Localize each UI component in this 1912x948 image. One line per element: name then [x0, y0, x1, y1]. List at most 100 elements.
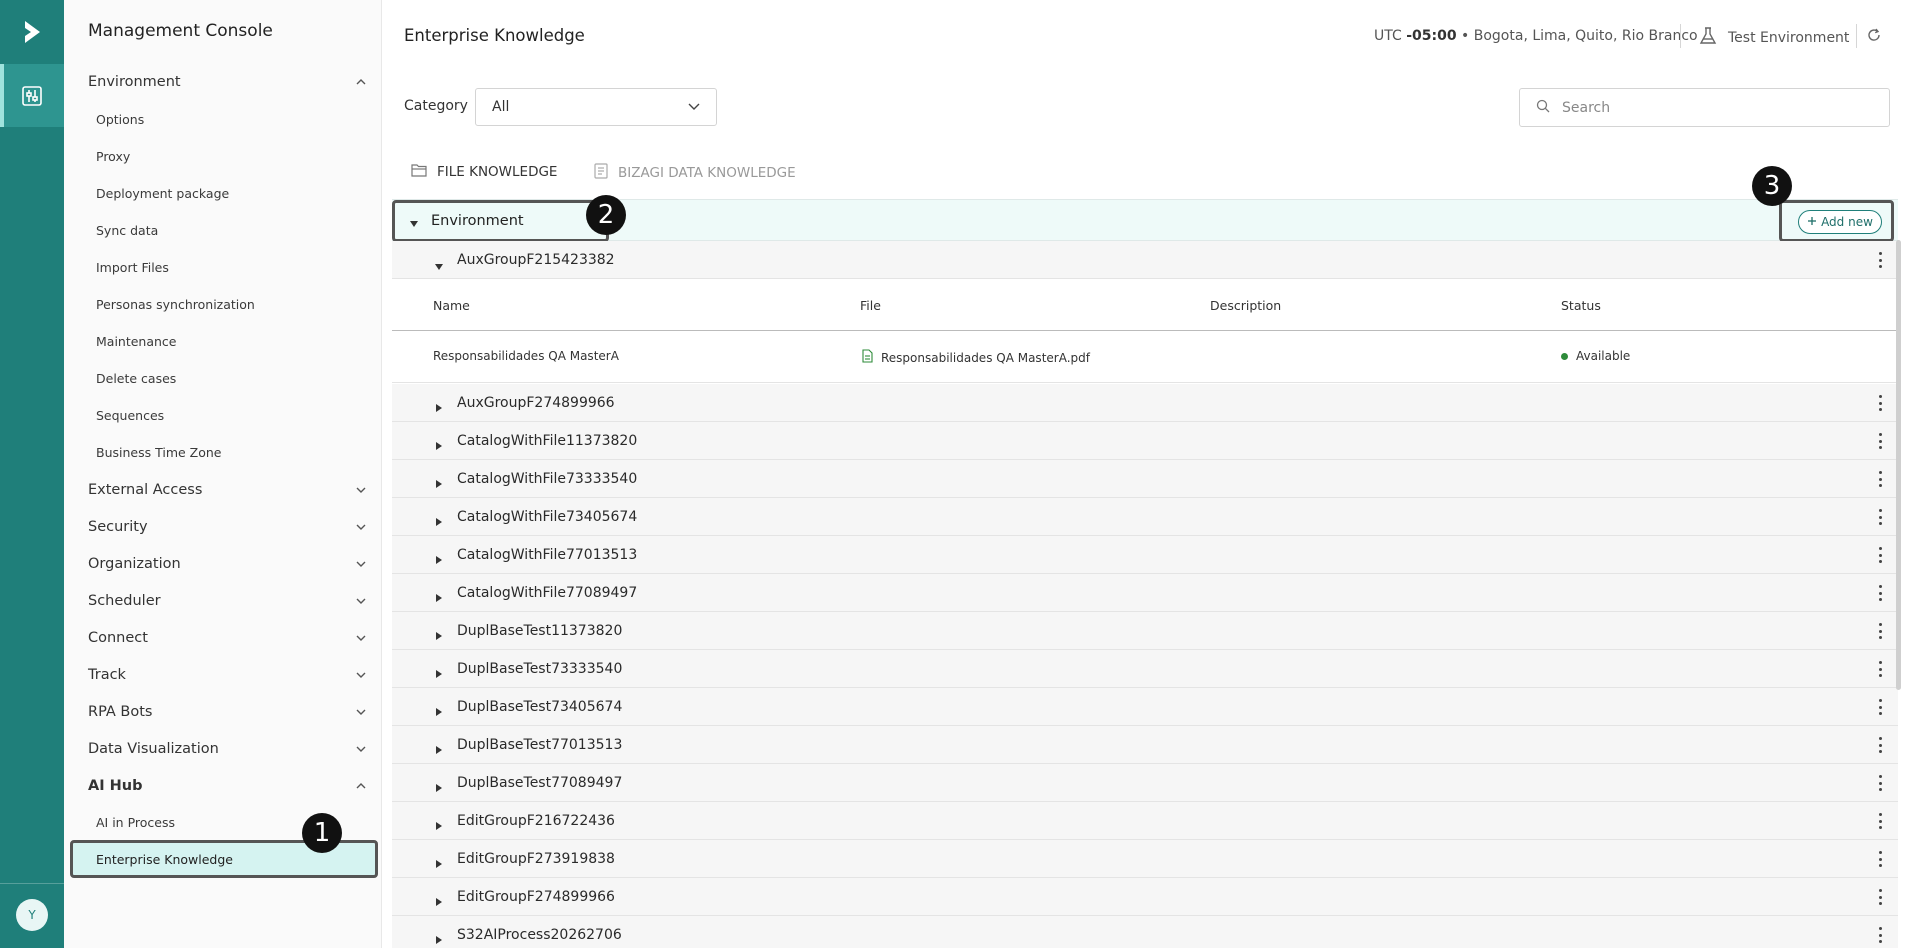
bizagi-logo-icon[interactable] — [0, 0, 64, 64]
cell-file[interactable]: Responsabilidades QA MasterA.pdf — [862, 349, 1090, 366]
more-options-icon[interactable] — [1877, 851, 1883, 867]
nav-group-organization[interactable]: Organization — [88, 552, 366, 576]
chevron-up-icon — [356, 781, 366, 791]
table-row[interactable]: Responsabilidades QA MasterA Responsabil… — [392, 331, 1898, 383]
group-row[interactable]: S32AIProcess20262706 — [392, 916, 1898, 948]
nav-group-external-access[interactable]: External Access — [88, 478, 366, 502]
nav-group-data-visualization[interactable]: Data Visualization — [88, 737, 366, 761]
nav-group-connect[interactable]: Connect — [88, 626, 366, 650]
column-header-description: Description — [1210, 298, 1282, 313]
nav-item-delete-cases[interactable]: Delete cases — [96, 368, 176, 388]
more-options-icon[interactable] — [1877, 927, 1883, 943]
nav-item-maintenance[interactable]: Maintenance — [96, 331, 177, 351]
tab-label: FILE KNOWLEDGE — [437, 164, 558, 180]
folder-icon — [411, 163, 427, 181]
category-select[interactable]: All — [475, 88, 717, 126]
more-options-icon[interactable] — [1877, 889, 1883, 905]
tab-bizagi-data-knowledge[interactable]: BIZAGI DATA KNOWLEDGE — [594, 163, 796, 183]
nav-item-proxy[interactable]: Proxy — [96, 146, 130, 166]
more-options-icon[interactable] — [1877, 813, 1883, 829]
admin-settings-icon[interactable] — [0, 64, 64, 127]
nav-item-sync-data[interactable]: Sync data — [96, 220, 158, 240]
group-label: DuplBaseTest73333540 — [457, 660, 623, 677]
group-row[interactable]: EditGroupF273919838 — [392, 840, 1898, 878]
column-header-name: Name — [433, 298, 470, 313]
nav-group-label: Data Visualization — [88, 741, 219, 757]
group-row[interactable]: DuplBaseTest77013513 — [392, 726, 1898, 764]
group-row[interactable]: CatalogWithFile73405674 — [392, 498, 1898, 536]
group-row[interactable]: DuplBaseTest11373820 — [392, 612, 1898, 650]
more-options-icon[interactable] — [1877, 623, 1883, 639]
cell-name: Responsabilidades QA MasterA — [433, 349, 619, 363]
group-label: CatalogWithFile77013513 — [457, 546, 638, 563]
column-header-status: Status — [1561, 298, 1601, 313]
group-row[interactable]: DuplBaseTest77089497 — [392, 764, 1898, 802]
nav-group-scheduler[interactable]: Scheduler — [88, 589, 366, 613]
tab-label: BIZAGI DATA KNOWLEDGE — [618, 165, 796, 181]
group-row[interactable]: EditGroupF216722436 — [392, 802, 1898, 840]
nav-group-rpa-bots[interactable]: RPA Bots — [88, 700, 366, 724]
nav-group-ai-hub[interactable]: AI Hub — [88, 774, 366, 798]
nav-group-track[interactable]: Track — [88, 663, 366, 687]
more-options-icon[interactable] — [1877, 547, 1883, 563]
nav-group-security[interactable]: Security — [88, 515, 366, 539]
more-options-icon[interactable] — [1877, 585, 1883, 601]
group-label: CatalogWithFile73333540 — [457, 470, 638, 487]
more-options-icon[interactable] — [1877, 775, 1883, 791]
group-row[interactable]: CatalogWithFile77013513 — [392, 536, 1898, 574]
header-divider — [1680, 24, 1681, 48]
nav-item-import-files[interactable]: Import Files — [96, 257, 169, 277]
scrollbar[interactable] — [1896, 240, 1901, 690]
nav-item-business-time-zone[interactable]: Business Time Zone — [96, 442, 221, 462]
more-options-icon[interactable] — [1877, 471, 1883, 487]
more-options-icon[interactable] — [1877, 661, 1883, 677]
more-options-icon[interactable] — [1877, 395, 1883, 411]
user-avatar[interactable]: Y — [16, 899, 48, 931]
page-title: Enterprise Knowledge — [404, 26, 585, 45]
group-row[interactable]: DuplBaseTest73405674 — [392, 688, 1898, 726]
refresh-icon[interactable] — [1866, 27, 1884, 45]
caret-right-icon — [436, 436, 442, 455]
group-row[interactable]: CatalogWithFile11373820 — [392, 422, 1898, 460]
group-row[interactable]: CatalogWithFile73333540 — [392, 460, 1898, 498]
nav-item-personas-sync[interactable]: Personas synchronization — [96, 294, 255, 314]
tz-prefix: UTC — [1374, 28, 1407, 44]
group-label: DuplBaseTest77089497 — [457, 774, 623, 791]
more-options-icon[interactable] — [1877, 509, 1883, 525]
group-row[interactable]: CatalogWithFile77089497 — [392, 574, 1898, 612]
search-input[interactable] — [1562, 99, 1862, 116]
add-new-button[interactable]: Add new — [1798, 210, 1882, 234]
callout-badge-1: 1 — [302, 813, 342, 853]
more-options-icon[interactable] — [1877, 433, 1883, 449]
search-box[interactable] — [1519, 88, 1890, 127]
nav-item-deployment-package[interactable]: Deployment package — [96, 183, 229, 203]
more-options-icon[interactable] — [1877, 737, 1883, 753]
more-options-icon[interactable] — [1877, 252, 1883, 268]
nav-item-options[interactable]: Options — [96, 109, 144, 129]
group-row[interactable]: DuplBaseTest73333540 — [392, 650, 1898, 688]
nav-group-label: Scheduler — [88, 593, 161, 609]
group-row[interactable]: EditGroupF274899966 — [392, 878, 1898, 916]
caret-right-icon — [436, 816, 442, 835]
sidebar: Management Console Environment Options P… — [64, 0, 382, 948]
group-row-expanded[interactable]: AuxGroupF215423382 — [392, 241, 1898, 279]
caret-down-icon — [409, 212, 419, 231]
chevron-down-icon — [688, 99, 700, 115]
tab-file-knowledge[interactable]: FILE KNOWLEDGE — [411, 163, 557, 181]
caret-right-icon — [436, 892, 442, 911]
group-row[interactable]: AuxGroupF274899966 — [392, 384, 1898, 422]
tree-root-environment[interactable]: Environment — [392, 200, 609, 242]
chevron-down-icon — [356, 707, 366, 717]
nav-item-sequences[interactable]: Sequences — [96, 405, 164, 425]
more-options-icon[interactable] — [1877, 699, 1883, 715]
nav-group-environment[interactable]: Environment — [88, 70, 366, 94]
caret-right-icon — [436, 398, 442, 417]
nav-item-label: Enterprise Knowledge — [96, 852, 233, 867]
group-label: DuplBaseTest77013513 — [457, 736, 623, 753]
nav-group-label: Connect — [88, 630, 148, 646]
nav-item-ai-in-process[interactable]: AI in Process — [96, 812, 175, 832]
environment-badge: Test Environment — [1698, 26, 1849, 50]
flask-icon — [1698, 26, 1718, 50]
tz-offset: -05:00 — [1406, 28, 1457, 44]
group-label: CatalogWithFile11373820 — [457, 432, 638, 449]
